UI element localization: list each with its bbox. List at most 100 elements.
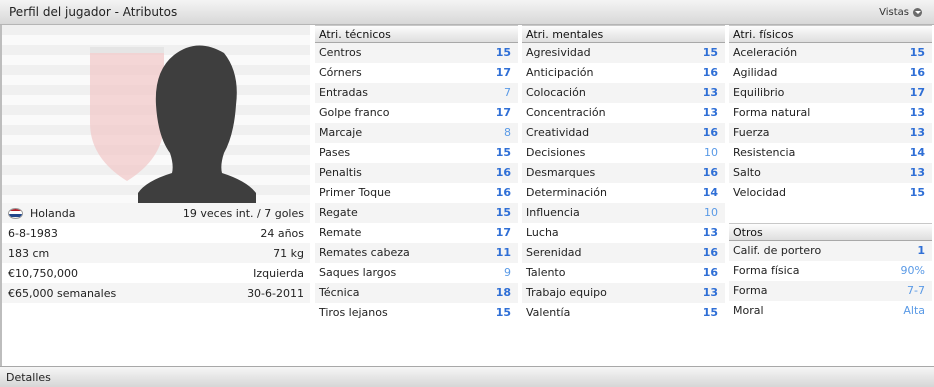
attribute-value: 13 xyxy=(909,106,925,119)
attribute-label: Velocidad xyxy=(733,186,787,199)
attribute-label: Trabajo equipo xyxy=(526,286,607,299)
details-label: Detalles xyxy=(6,371,51,384)
attribute-row: Tiros lejanos 15 xyxy=(315,303,518,323)
attribute-label: Decisiones xyxy=(526,146,586,159)
attribute-label: Remates cabeza xyxy=(319,246,410,259)
attribute-row: Centros 15 xyxy=(315,43,518,63)
size-row: 183 cm 71 kg xyxy=(2,243,310,263)
attribute-row: Salto 13 xyxy=(729,163,932,183)
age-label: 24 años xyxy=(260,226,304,240)
views-button[interactable]: Vistas xyxy=(879,7,922,18)
other-attributes: Otros Calif. de portero 1 Forma física 90% F… xyxy=(729,223,932,321)
attribute-row: Calif. de portero 1 xyxy=(729,241,932,261)
attribute-label: Tiros lejanos xyxy=(319,306,388,319)
attribute-value: 7-7 xyxy=(907,284,925,297)
attribute-value: 10 xyxy=(704,146,718,159)
attribute-value: 15 xyxy=(702,306,718,319)
window-title: Perfil del jugador - Atributos xyxy=(9,5,178,19)
attribute-row: Golpe franco 17 xyxy=(315,103,518,123)
attribute-row: Colocación 13 xyxy=(522,83,725,103)
attribute-label: Aceleración xyxy=(733,46,798,59)
attribute-value: 16 xyxy=(702,66,718,79)
details-bar[interactable]: Detalles xyxy=(0,366,934,387)
attribute-row: Marcaje 8 xyxy=(315,123,518,143)
attribute-value: 16 xyxy=(909,66,925,79)
attribute-row: Agilidad 16 xyxy=(729,63,932,83)
attribute-label: Salto xyxy=(733,166,761,179)
attribute-row: Forma 7-7 xyxy=(729,281,932,301)
attribute-value: 10 xyxy=(704,206,718,219)
weight-label: 71 kg xyxy=(273,246,304,260)
attribute-label: Anticipación xyxy=(526,66,594,79)
attribute-row: Decisiones 10 xyxy=(522,143,725,163)
nationality-label: Holanda xyxy=(30,206,76,220)
attribute-value: 7 xyxy=(504,86,511,99)
attribute-label: Influencia xyxy=(526,206,580,219)
attribute-row: Fuerza 13 xyxy=(729,123,932,143)
physical-attributes: Atri. físicos Aceleración 15 Agilidad 16 Equ… xyxy=(729,25,932,203)
attribute-label: Técnica xyxy=(319,286,360,299)
player-photo xyxy=(2,25,310,203)
attribute-label: Forma física xyxy=(733,264,800,277)
height-label: 183 cm xyxy=(8,246,50,260)
attribute-label: Golpe franco xyxy=(319,106,390,119)
attribute-label: Saques largos xyxy=(319,266,397,279)
caps-label: 19 veces int. / 7 goles xyxy=(182,206,304,220)
player-silhouette-icon xyxy=(138,45,256,203)
attribute-row: Agresividad 15 xyxy=(522,43,725,63)
attribute-row: Penaltis 16 xyxy=(315,163,518,183)
attribute-row: Forma natural 13 xyxy=(729,103,932,123)
attribute-value: 16 xyxy=(702,166,718,179)
attribute-label: Penaltis xyxy=(319,166,362,179)
attribute-row: Córners 17 xyxy=(315,63,518,83)
attribute-row: Determinación 14 xyxy=(522,183,725,203)
attribute-label: Entradas xyxy=(319,86,368,99)
attribute-label: Equilibrio xyxy=(733,86,785,99)
attribute-row: Saques largos 9 xyxy=(315,263,518,283)
attribute-label: Centros xyxy=(319,46,362,59)
attribute-value: 15 xyxy=(702,46,718,59)
contract-label: 30-6-2011 xyxy=(247,286,304,300)
player-info: Holanda 19 veces int. / 7 goles 6-8-1983… xyxy=(2,203,310,303)
attribute-value: 1 xyxy=(917,244,925,257)
attribute-label: Lucha xyxy=(526,226,559,239)
birth-row: 6-8-1983 24 años xyxy=(2,223,310,243)
attribute-value: 16 xyxy=(702,126,718,139)
attribute-label: Agresividad xyxy=(526,46,591,59)
attribute-label: Primer Toque xyxy=(319,186,391,199)
attribute-value: 11 xyxy=(495,246,511,259)
attribute-label: Resistencia xyxy=(733,146,796,159)
attribute-value: 90% xyxy=(900,264,925,277)
attribute-label: Córners xyxy=(319,66,362,79)
attribute-row: Resistencia 14 xyxy=(729,143,932,163)
attribute-value: 16 xyxy=(702,266,718,279)
attribute-row: Serenidad 16 xyxy=(522,243,725,263)
attribute-value: 16 xyxy=(495,166,511,179)
attribute-label: Serenidad xyxy=(526,246,582,259)
attribute-value: 13 xyxy=(702,106,718,119)
attribute-row: Regate 15 xyxy=(315,203,518,223)
attribute-row: Anticipación 16 xyxy=(522,63,725,83)
other-header: Otros xyxy=(729,223,932,241)
attribute-value: 17 xyxy=(909,86,925,99)
attribute-row: Equilibrio 17 xyxy=(729,83,932,103)
attribute-row: Entradas 7 xyxy=(315,83,518,103)
attribute-label: Valentía xyxy=(526,306,571,319)
attribute-value: 13 xyxy=(702,286,718,299)
attribute-value: 17 xyxy=(495,226,511,239)
attribute-row: Lucha 13 xyxy=(522,223,725,243)
attribute-label: Determinación xyxy=(526,186,607,199)
attribute-row: Remates cabeza 11 xyxy=(315,243,518,263)
attribute-value: 16 xyxy=(702,246,718,259)
window-titlebar: Perfil del jugador - Atributos Vistas xyxy=(0,0,934,25)
nationality: Holanda xyxy=(8,207,76,220)
attribute-value: 15 xyxy=(909,46,925,59)
attribute-value: 15 xyxy=(495,306,511,319)
attribute-label: Forma natural xyxy=(733,106,811,119)
physical-header: Atri. físicos xyxy=(729,25,932,43)
technical-attributes: Atri. técnicos Centros 15 Córners 17 Entrada… xyxy=(315,25,518,323)
attribute-row: Trabajo equipo 13 xyxy=(522,283,725,303)
wage-label: €65,000 semanales xyxy=(8,286,117,300)
attribute-row: Talento 16 xyxy=(522,263,725,283)
attribute-value: 14 xyxy=(909,146,925,159)
